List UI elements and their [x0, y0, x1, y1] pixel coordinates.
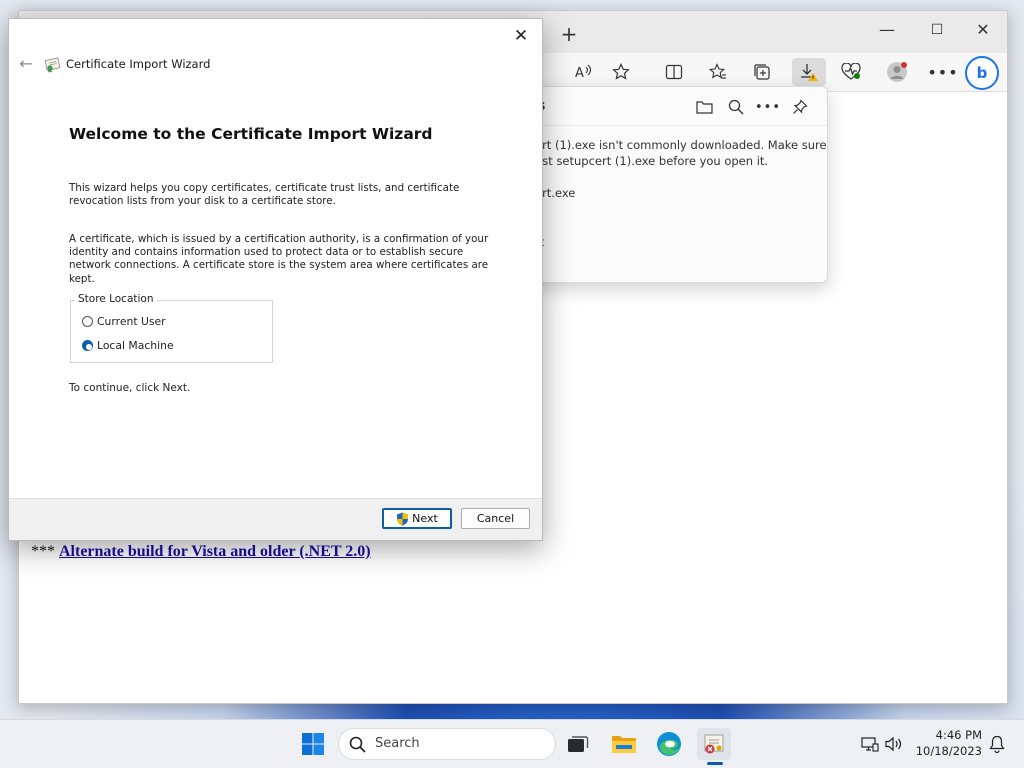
- close-window-button[interactable]: ✕: [961, 17, 1005, 45]
- warning-line-2: ust setupcert (1).exe before you open it…: [535, 154, 769, 168]
- next-button[interactable]: Next: [382, 508, 452, 529]
- clock-time: 4:46 PM: [935, 728, 982, 742]
- dialog-footer: Next Cancel: [9, 498, 542, 540]
- certificate-wizard-task-icon[interactable]: [697, 728, 731, 760]
- new-tab-button[interactable]: +: [555, 23, 583, 47]
- alternate-build-link[interactable]: Alternate build for Vista and older (.NE…: [59, 543, 371, 560]
- current-user-radio[interactable]: [82, 316, 93, 327]
- warning-line-1: ert (1).exe isn't commonly downloaded. M…: [535, 138, 827, 152]
- clock[interactable]: 4:46 PM 10/18/2023: [916, 727, 982, 759]
- volume-icon[interactable]: [880, 728, 908, 760]
- current-user-option[interactable]: Current User: [82, 315, 166, 328]
- dialog-close-button[interactable]: ✕: [506, 23, 536, 49]
- continue-instruction: To continue, click Next.: [69, 382, 191, 394]
- next-button-label: Next: [412, 512, 438, 525]
- collections-icon[interactable]: [748, 58, 776, 86]
- maximize-button[interactable]: ☐: [915, 17, 959, 45]
- profile-icon[interactable]: [883, 58, 911, 86]
- search-label: Search: [375, 736, 420, 751]
- active-app-indicator: [707, 762, 723, 765]
- clock-date: 10/18/2023: [915, 744, 982, 758]
- bing-icon[interactable]: b: [965, 56, 999, 90]
- taskbar-search[interactable]: Search: [338, 728, 556, 760]
- minimize-button[interactable]: —: [865, 17, 909, 45]
- downloads-header: ds •••: [501, 87, 827, 126]
- search-icon: [349, 736, 366, 753]
- favorite-star-icon[interactable]: [607, 58, 635, 86]
- split-screen-icon[interactable]: [660, 58, 688, 86]
- start-button[interactable]: [296, 728, 330, 760]
- certificate-import-wizard-dialog: ✕ ← Certificate Import Wizard Welcome to…: [8, 18, 543, 541]
- cancel-button[interactable]: Cancel: [461, 508, 530, 529]
- favorites-icon[interactable]: [704, 58, 732, 86]
- wizard-certificate-description: A certificate, which is issued by a cert…: [69, 233, 489, 285]
- uac-shield-icon: [397, 512, 409, 525]
- browser-essentials-icon[interactable]: [837, 58, 865, 86]
- wizard-intro-text: This wizard helps you copy certificates,…: [69, 182, 460, 208]
- pin-icon[interactable]: [789, 96, 811, 118]
- downloads-icon[interactable]: [792, 58, 826, 86]
- search-downloads-icon[interactable]: [725, 96, 747, 118]
- current-user-label: Current User: [97, 315, 166, 328]
- local-machine-radio[interactable]: [82, 340, 93, 351]
- open-folder-icon[interactable]: [693, 96, 715, 118]
- file-explorer-icon[interactable]: [607, 728, 641, 760]
- svg-text:A: A: [575, 66, 584, 80]
- local-machine-label: Local Machine: [97, 339, 174, 352]
- edge-browser-icon[interactable]: [652, 728, 686, 760]
- local-machine-option[interactable]: Local Machine: [82, 339, 174, 352]
- read-aloud-icon[interactable]: A: [569, 58, 597, 86]
- dialog-app-title: Certificate Import Wizard: [66, 57, 211, 71]
- back-arrow-icon[interactable]: ←: [15, 54, 37, 74]
- store-location-group: [70, 300, 273, 363]
- downloads-panel: ds ••• ert (1).exe isn't commonly downlo…: [500, 86, 828, 283]
- task-view-icon[interactable]: [561, 728, 595, 760]
- page-line: *** Alternate build for Vista and older …: [31, 543, 371, 561]
- wizard-heading: Welcome to the Certificate Import Wizard: [69, 125, 433, 143]
- certificate-app-icon: [44, 55, 62, 73]
- more-icon[interactable]: •••: [927, 58, 957, 86]
- taskbar: Search 4:46 PM 10/18/2023: [0, 719, 1024, 768]
- windows-logo-icon: [302, 733, 324, 755]
- store-location-legend: Store Location: [75, 293, 157, 305]
- downloads-more-icon[interactable]: •••: [755, 96, 780, 118]
- notifications-bell-icon[interactable]: [984, 728, 1010, 760]
- page-prefix: ***: [31, 543, 55, 560]
